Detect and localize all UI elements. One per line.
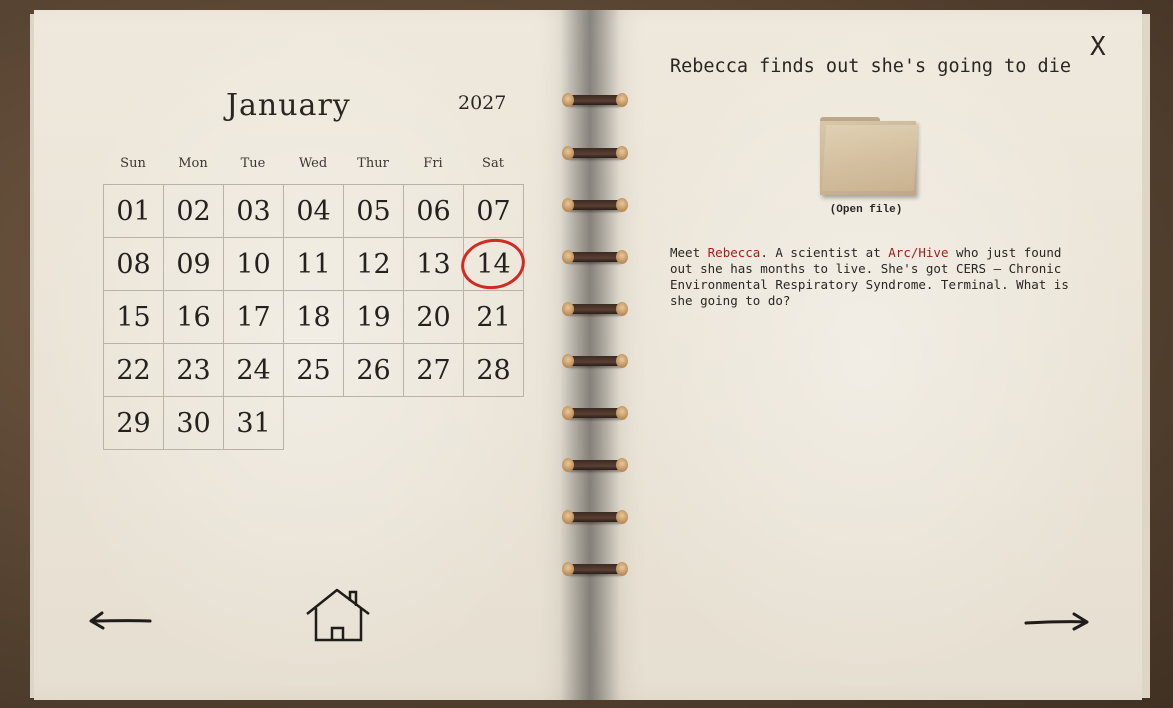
- weekday-label: Thur: [357, 156, 389, 171]
- binder-ring: [562, 250, 628, 264]
- next-page-button[interactable]: [1024, 611, 1090, 638]
- binder-ring: [562, 93, 628, 107]
- calendar-day[interactable]: 18: [283, 290, 344, 344]
- calendar-day[interactable]: 09: [163, 237, 224, 291]
- previous-page-button[interactable]: [88, 610, 152, 637]
- desc-text: . A scientist at: [760, 245, 889, 260]
- calendar-grid: 01 02 03 04 05 06 07 08 09 10 11 12 13 1…: [103, 184, 529, 450]
- weekday-label: Sun: [120, 156, 146, 171]
- calendar-day[interactable]: 07: [463, 184, 524, 238]
- calendar-day[interactable]: 12: [343, 237, 404, 291]
- calendar-day[interactable]: 10: [223, 237, 284, 291]
- weekday-label: Mon: [178, 156, 208, 171]
- calendar-day[interactable]: 06: [403, 184, 464, 238]
- weekday-label: Tue: [240, 156, 266, 171]
- binder-ring: [562, 406, 628, 420]
- desc-text: Meet: [670, 245, 708, 260]
- calendar-day[interactable]: 02: [163, 184, 224, 238]
- calendar-day[interactable]: 19: [343, 290, 404, 344]
- binder-ring: [562, 354, 628, 368]
- calendar-day[interactable]: 24: [223, 343, 284, 397]
- binder-ring: [562, 510, 628, 524]
- calendar-day[interactable]: 23: [163, 343, 224, 397]
- calendar-day[interactable]: 04: [283, 184, 344, 238]
- organization-name: Arc/Hive: [888, 245, 949, 260]
- calendar-day[interactable]: 03: [223, 184, 284, 238]
- calendar-day[interactable]: 13: [403, 237, 464, 291]
- calendar-year: 2027: [458, 92, 507, 114]
- calendar-day[interactable]: 29: [103, 396, 164, 450]
- calendar-day[interactable]: 01: [103, 184, 164, 238]
- calendar-day[interactable]: 08: [103, 237, 164, 291]
- calendar-day[interactable]: 16: [163, 290, 224, 344]
- calendar-day[interactable]: 22: [103, 343, 164, 397]
- calendar-day[interactable]: 25: [283, 343, 344, 397]
- weekday-label: Fri: [423, 156, 443, 171]
- right-arrow-icon: [1024, 612, 1089, 631]
- weekday-label: Sat: [482, 156, 504, 171]
- calendar-day[interactable]: 27: [403, 343, 464, 397]
- right-page: [590, 10, 1142, 700]
- calendar-day[interactable]: 26: [343, 343, 404, 397]
- calendar-day[interactable]: 05: [343, 184, 404, 238]
- calendar-day[interactable]: 17: [223, 290, 284, 344]
- calendar-day[interactable]: 21: [463, 290, 524, 344]
- folder-front: [821, 125, 919, 191]
- binder-ring: [562, 146, 628, 160]
- calendar-day-selected[interactable]: 14: [457, 234, 529, 294]
- character-name: Rebecca: [707, 245, 761, 260]
- left-arrow-icon: [89, 611, 152, 630]
- calendar-day[interactable]: 11: [283, 237, 344, 291]
- entry-title: Rebecca finds out she's going to die: [670, 56, 1071, 77]
- binder-ring: [562, 562, 628, 576]
- calendar-month: January: [226, 88, 351, 123]
- calendar-day[interactable]: 30: [163, 396, 224, 450]
- home-icon: [306, 588, 370, 642]
- calendar-day[interactable]: 28: [463, 343, 524, 397]
- binder-ring: [562, 458, 628, 472]
- selected-day-circle: [457, 234, 529, 294]
- calendar-day[interactable]: 20: [403, 290, 464, 344]
- binder-ring: [562, 302, 628, 316]
- calendar-day[interactable]: 31: [223, 396, 284, 450]
- weekday-label: Wed: [298, 156, 328, 171]
- calendar-day[interactable]: 15: [103, 290, 164, 344]
- entry-description: Meet Rebecca. A scientist at Arc/Hive wh…: [670, 245, 1090, 309]
- open-file-link[interactable]: (Open file): [800, 204, 932, 216]
- home-button[interactable]: [305, 588, 371, 649]
- folder-icon[interactable]: [820, 117, 919, 195]
- binder-ring: [562, 198, 628, 212]
